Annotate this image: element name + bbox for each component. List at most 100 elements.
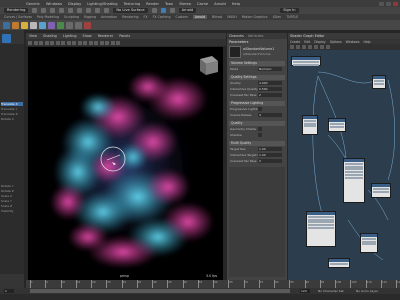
layout-icon[interactable] — [314, 45, 318, 49]
channel-row[interactable]: Scale Z — [1, 204, 23, 208]
textured-icon[interactable] — [77, 40, 82, 45]
shader-node[interactable] — [328, 258, 350, 268]
redo-icon[interactable] — [68, 8, 74, 13]
flush-cache-icon[interactable] — [75, 21, 82, 29]
save-scene-icon[interactable] — [50, 8, 56, 13]
checkbox[interactable] — [258, 107, 262, 111]
lights-icon[interactable] — [83, 40, 87, 45]
ipr-render-icon[interactable] — [160, 8, 166, 13]
channel-row[interactable]: Rotate Y — [1, 184, 23, 188]
field-value[interactable]: 4 — [258, 113, 282, 117]
editor-menu-item[interactable]: Display — [314, 40, 325, 44]
node-editor[interactable]: Shader Graph Editor Create Edit Display … — [288, 33, 400, 280]
film-gate-icon[interactable] — [55, 40, 60, 45]
channel-row[interactable]: Rotate Z — [1, 189, 23, 193]
photometric-light-icon[interactable] — [39, 21, 46, 29]
shelf-tab[interactable]: Custom — [175, 15, 187, 19]
graph-input-icon[interactable] — [290, 45, 294, 49]
menu-item[interactable]: Arnold — [214, 2, 226, 6]
viewport-menu-item[interactable]: Shading — [43, 34, 57, 38]
checkbox[interactable] — [258, 133, 262, 137]
field-value[interactable]: 2 — [258, 93, 282, 97]
shelf-tab[interactable]: Bifrost — [212, 15, 222, 19]
channel-row[interactable]: Translate Z — [1, 112, 23, 116]
shadows-icon[interactable] — [88, 40, 93, 45]
shelf-tab[interactable]: TURTLE — [286, 15, 298, 19]
editor-menu-item[interactable]: Windows — [346, 40, 360, 44]
maximize-icon[interactable] — [386, 1, 391, 6]
camera-attr-icon[interactable] — [33, 40, 38, 45]
menu-item[interactable]: Texturing — [124, 2, 141, 6]
field-value[interactable]: Numeric — [258, 67, 282, 71]
menu-item[interactable]: Cache — [197, 2, 208, 6]
viewport-menu-item[interactable]: Lighting — [63, 34, 77, 38]
field-value[interactable]: 1.00 — [258, 147, 282, 151]
editor-menu-item[interactable]: Create — [290, 40, 300, 44]
volume-icon[interactable] — [48, 21, 55, 29]
search-icon[interactable] — [326, 45, 330, 49]
shader-node[interactable] — [371, 183, 391, 198]
menu-item[interactable]: Stereo — [179, 2, 191, 6]
channel-row[interactable]: Rotate X — [1, 117, 23, 121]
image-plane-icon[interactable] — [44, 40, 49, 45]
shelf-tab[interactable]: Motion Graphics — [242, 15, 268, 19]
shader-node[interactable] — [360, 233, 378, 253]
shelf-tab[interactable]: FX — [144, 15, 148, 19]
anti-alias-icon[interactable] — [105, 40, 109, 45]
license-icon[interactable] — [84, 21, 91, 29]
live-surface-field[interactable]: No Live Surface — [113, 8, 148, 13]
range-start-field[interactable]: 1 — [4, 289, 14, 293]
frame-all-icon[interactable] — [302, 45, 306, 49]
node-name[interactable]: aiStandardVolume1 — [243, 47, 274, 51]
shelf-tab[interactable]: Animation — [101, 15, 117, 19]
field-value[interactable]: 0.500 — [258, 87, 282, 91]
frame-selected-icon[interactable] — [308, 45, 312, 49]
menu-item[interactable]: Generic — [26, 2, 40, 6]
area-light-icon[interactable] — [12, 21, 19, 29]
shader-node[interactable] — [302, 115, 318, 135]
character-set-field[interactable]: No Character Set — [318, 289, 344, 293]
snap-grid-icon[interactable] — [86, 8, 92, 13]
menu-item[interactable]: Toon — [165, 2, 173, 6]
section-header[interactable]: Quality — [229, 121, 285, 126]
shader-node[interactable] — [328, 118, 346, 132]
command-line[interactable] — [0, 294, 400, 300]
viewport-menu-item[interactable]: Renderer — [98, 34, 113, 38]
menu-item[interactable]: Help — [232, 2, 240, 6]
xray-icon[interactable] — [116, 40, 120, 45]
channel-row[interactable]: Translate Y — [1, 107, 23, 111]
wireframe-icon[interactable] — [66, 40, 71, 45]
view-cube-icon[interactable] — [200, 56, 218, 75]
skydome-light-icon[interactable] — [21, 21, 28, 29]
standin-icon[interactable] — [57, 21, 64, 29]
section-header[interactable]: Volume Settings — [229, 61, 285, 66]
viewport-menu-item[interactable]: Panels — [119, 34, 130, 38]
new-scene-icon[interactable] — [32, 8, 38, 13]
field-value[interactable]: 4.000 — [258, 81, 282, 85]
field-value[interactable]: 1.00 — [258, 153, 282, 157]
camera-icon[interactable] — [28, 40, 32, 45]
channel-row[interactable]: Translate X — [1, 102, 23, 106]
select-tool-icon[interactable] — [2, 34, 11, 43]
ambient-occlusion-icon[interactable] — [94, 40, 98, 45]
shader-node[interactable] — [306, 211, 336, 247]
shelf-tab[interactable]: Rendering — [122, 15, 138, 19]
viewport[interactable]: persp 5.0 fps — [28, 47, 223, 280]
motion-blur-icon[interactable] — [99, 40, 104, 45]
shelf-tab[interactable]: Sculpting — [64, 15, 79, 19]
field-value[interactable]: 2 — [258, 159, 282, 163]
snap-point-icon[interactable] — [104, 8, 110, 13]
renderer-label[interactable]: Arnold — [178, 8, 197, 13]
isolate-icon[interactable] — [110, 40, 115, 45]
minimize-icon[interactable] — [379, 1, 384, 6]
editor-menu-item[interactable]: Options — [330, 40, 342, 44]
render-settings-icon[interactable] — [169, 8, 175, 13]
shelf-tab[interactable]: XGen — [273, 15, 282, 19]
close-icon[interactable] — [393, 1, 398, 6]
channel-row[interactable]: Scale Y — [1, 199, 23, 203]
menu-item[interactable]: Lighting/Shading — [87, 2, 117, 6]
workspace-dropdown[interactable]: Rendering — [4, 8, 29, 13]
menu-item[interactable]: Display — [68, 2, 81, 6]
resolution-gate-icon[interactable] — [61, 40, 65, 45]
channel-row[interactable]: Scale X — [1, 194, 23, 198]
